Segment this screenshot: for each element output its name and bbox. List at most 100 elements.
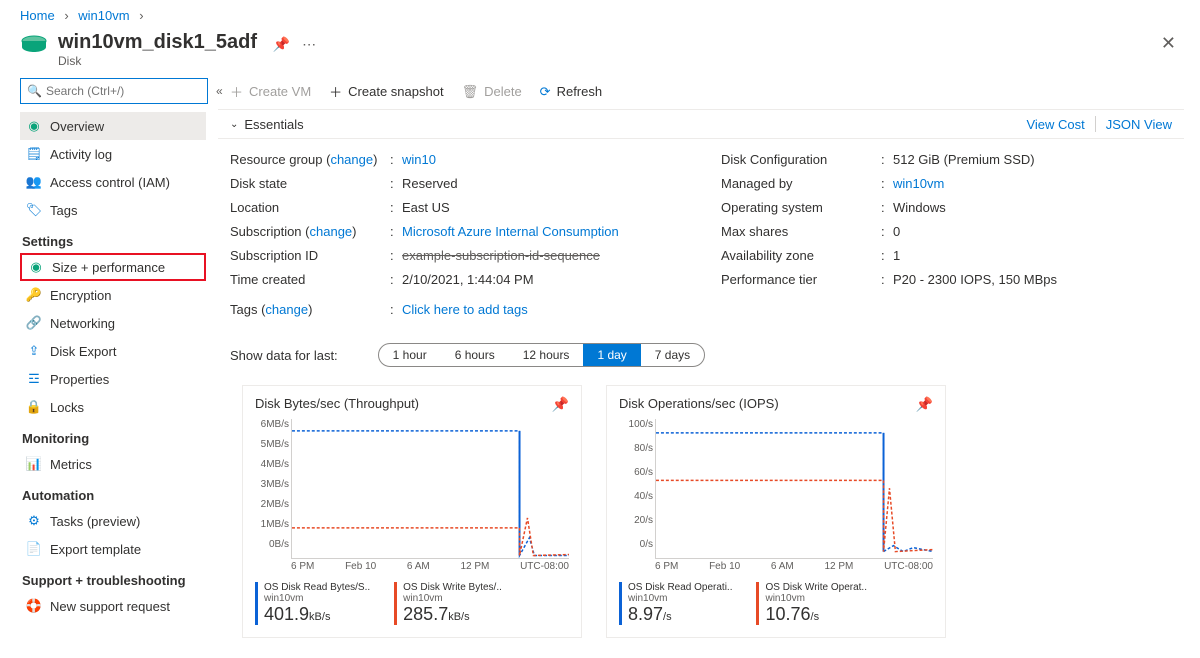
change-tags-link[interactable]: change (265, 302, 308, 317)
timerange-1hour[interactable]: 1 hour (379, 344, 441, 366)
change-sub-link[interactable]: change (310, 224, 353, 239)
export-icon: ⇪ (26, 343, 42, 359)
timerange-12hours[interactable]: 12 hours (509, 344, 584, 366)
sidebar-item-metrics[interactable]: 📊 Metrics (20, 450, 206, 478)
subscription-value[interactable]: Microsoft Azure Internal Consumption (402, 224, 681, 239)
search-box[interactable]: 🔍 (20, 78, 208, 104)
breadcrumb-home[interactable]: Home (20, 8, 55, 23)
legend-read: OS Disk Read Bytes/S.. win10vm 401.9kB/s (255, 582, 370, 625)
essentials-header[interactable]: ⌄ Essentials View Cost JSON View (218, 110, 1184, 139)
disk-icon: ◉ (28, 259, 44, 275)
perf-tier-value: P20 - 2300 IOPS, 150 MBps (893, 272, 1172, 287)
chart-title: Disk Operations/sec (IOPS) (619, 396, 933, 411)
sidebar-group-settings: Settings (22, 234, 206, 249)
sidebar-item-encryption[interactable]: 🔑 Encryption (20, 281, 206, 309)
search-icon: 🔍 (27, 84, 42, 98)
refresh-icon: ⟳ (540, 84, 551, 100)
template-icon: 📄 (26, 541, 42, 557)
timerange-7days[interactable]: 7 days (641, 344, 704, 366)
sidebar-item-properties[interactable]: ☲ Properties (20, 365, 206, 393)
legend-write: OS Disk Write Bytes/.. win10vm 285.7kB/s (394, 582, 502, 625)
toolbar: ＋ Create VM ＋ Create snapshot 🗑 Delete ⟳… (218, 78, 1184, 109)
sidebar-item-label: Disk Export (50, 344, 116, 359)
timerange-1day[interactable]: 1 day (583, 344, 640, 366)
sidebar-item-locks[interactable]: 🔒 Locks (20, 393, 206, 421)
sidebar-item-overview[interactable]: ◉ Overview (20, 112, 206, 140)
sidebar-item-size-performance[interactable]: ◉ Size + performance (20, 253, 206, 281)
lock-icon: 🔒 (26, 399, 42, 415)
chart-title: Disk Bytes/sec (Throughput) (255, 396, 569, 411)
sidebar-item-label: Metrics (50, 457, 92, 472)
sidebar-item-iam[interactable]: 👥 Access control (IAM) (20, 168, 206, 196)
timerange-selector: 1 hour 6 hours 12 hours 1 day 7 days (378, 343, 705, 367)
chart-plot[interactable] (655, 419, 933, 559)
sidebar-item-support[interactable]: 🛟 New support request (20, 592, 206, 620)
essentials-label: Essentials (244, 117, 303, 132)
page-subtitle: Disk (58, 54, 316, 68)
sidebar-item-tags[interactable]: 🏷 Tags (20, 196, 206, 224)
managed-by-value[interactable]: win10vm (893, 176, 1172, 191)
sidebar-item-networking[interactable]: 🔗 Networking (20, 309, 206, 337)
max-shares-value: 0 (893, 224, 1172, 239)
change-rg-link[interactable]: change (330, 152, 373, 167)
plus-icon: ＋ (329, 82, 342, 101)
sidebar-group-monitoring: Monitoring (22, 431, 206, 446)
disk-state-value: Reserved (402, 176, 681, 191)
y-axis-ticks: 100/s80/s60/s40/s20/s0/s (619, 419, 653, 550)
json-view-link[interactable]: JSON View (1106, 117, 1172, 132)
sidebar-item-label: Export template (50, 542, 141, 557)
iops-chart-card: Disk Operations/sec (IOPS) 📌 100/s80/s60… (606, 385, 946, 638)
sidebar-item-label: Size + performance (52, 260, 165, 275)
tag-icon: 🏷 (26, 202, 42, 218)
breadcrumb-parent[interactable]: win10vm (78, 8, 129, 23)
chevron-down-icon: ⌄ (230, 119, 238, 130)
more-icon[interactable]: ⋯ (302, 36, 316, 53)
os-value: Windows (893, 200, 1172, 215)
page-header: win10vm_disk1_5adf 📌 ⋯ Disk ✕ (0, 27, 1200, 78)
log-icon: 🗒 (26, 146, 42, 162)
create-snapshot-button[interactable]: ＋ Create snapshot (329, 82, 443, 101)
sidebar-item-tasks[interactable]: ⚙ Tasks (preview) (20, 507, 206, 535)
timerange-6hours[interactable]: 6 hours (441, 344, 509, 366)
refresh-button[interactable]: ⟳ Refresh (540, 84, 602, 100)
time-created-value: 2/10/2021, 1:44:04 PM (402, 272, 681, 287)
pin-icon[interactable]: 📌 (273, 36, 290, 53)
disk-icon (20, 35, 48, 55)
sidebar-item-label: Tasks (preview) (50, 514, 140, 529)
support-icon: 🛟 (26, 598, 42, 614)
add-tags-link[interactable]: Click here to add tags (402, 302, 681, 317)
sidebar: 🔍 « ◉ Overview 🗒 Activity log 👥 Access c… (0, 78, 218, 658)
chart-plot[interactable] (291, 419, 569, 559)
sidebar-item-activity-log[interactable]: 🗒 Activity log (20, 140, 206, 168)
view-cost-link[interactable]: View Cost (1026, 117, 1084, 132)
sidebar-item-label: Networking (50, 316, 115, 331)
tasks-icon: ⚙ (26, 513, 42, 529)
sidebar-item-label: Overview (50, 119, 104, 134)
rg-value[interactable]: win10 (402, 152, 681, 167)
sidebar-item-export-template[interactable]: 📄 Export template (20, 535, 206, 563)
timerange-label: Show data for last: (230, 348, 338, 363)
pin-icon[interactable]: 📌 (552, 396, 569, 413)
sidebar-item-disk-export[interactable]: ⇪ Disk Export (20, 337, 206, 365)
create-vm-button: ＋ Create VM (230, 82, 311, 101)
x-axis-ticks: 6 PMFeb 106 AM12 PMUTC-08:00 (291, 561, 569, 572)
metrics-icon: 📊 (26, 456, 42, 472)
close-icon[interactable]: ✕ (1161, 33, 1176, 54)
pin-icon[interactable]: 📌 (916, 396, 933, 413)
legend-read: OS Disk Read Operati.. win10vm 8.97/s (619, 582, 732, 625)
location-value: East US (402, 200, 681, 215)
y-axis-ticks: 6MB/s5MB/s4MB/s3MB/s2MB/s1MB/s0B/s (255, 419, 289, 550)
page-title: win10vm_disk1_5adf (58, 31, 257, 54)
legend-write: OS Disk Write Operat.. win10vm 10.76/s (756, 582, 867, 625)
sidebar-item-label: New support request (50, 599, 170, 614)
az-value: 1 (893, 248, 1172, 263)
subscription-id-value: example-subscription-id-sequence (402, 248, 681, 263)
sidebar-item-label: Properties (50, 372, 109, 387)
search-input[interactable] (46, 84, 201, 98)
properties-icon: ☲ (26, 371, 42, 387)
sidebar-item-label: Encryption (50, 288, 111, 303)
key-icon: 🔑 (26, 287, 42, 303)
sidebar-item-label: Activity log (50, 147, 112, 162)
people-icon: 👥 (26, 174, 42, 190)
breadcrumb: Home › win10vm › (0, 0, 1200, 27)
